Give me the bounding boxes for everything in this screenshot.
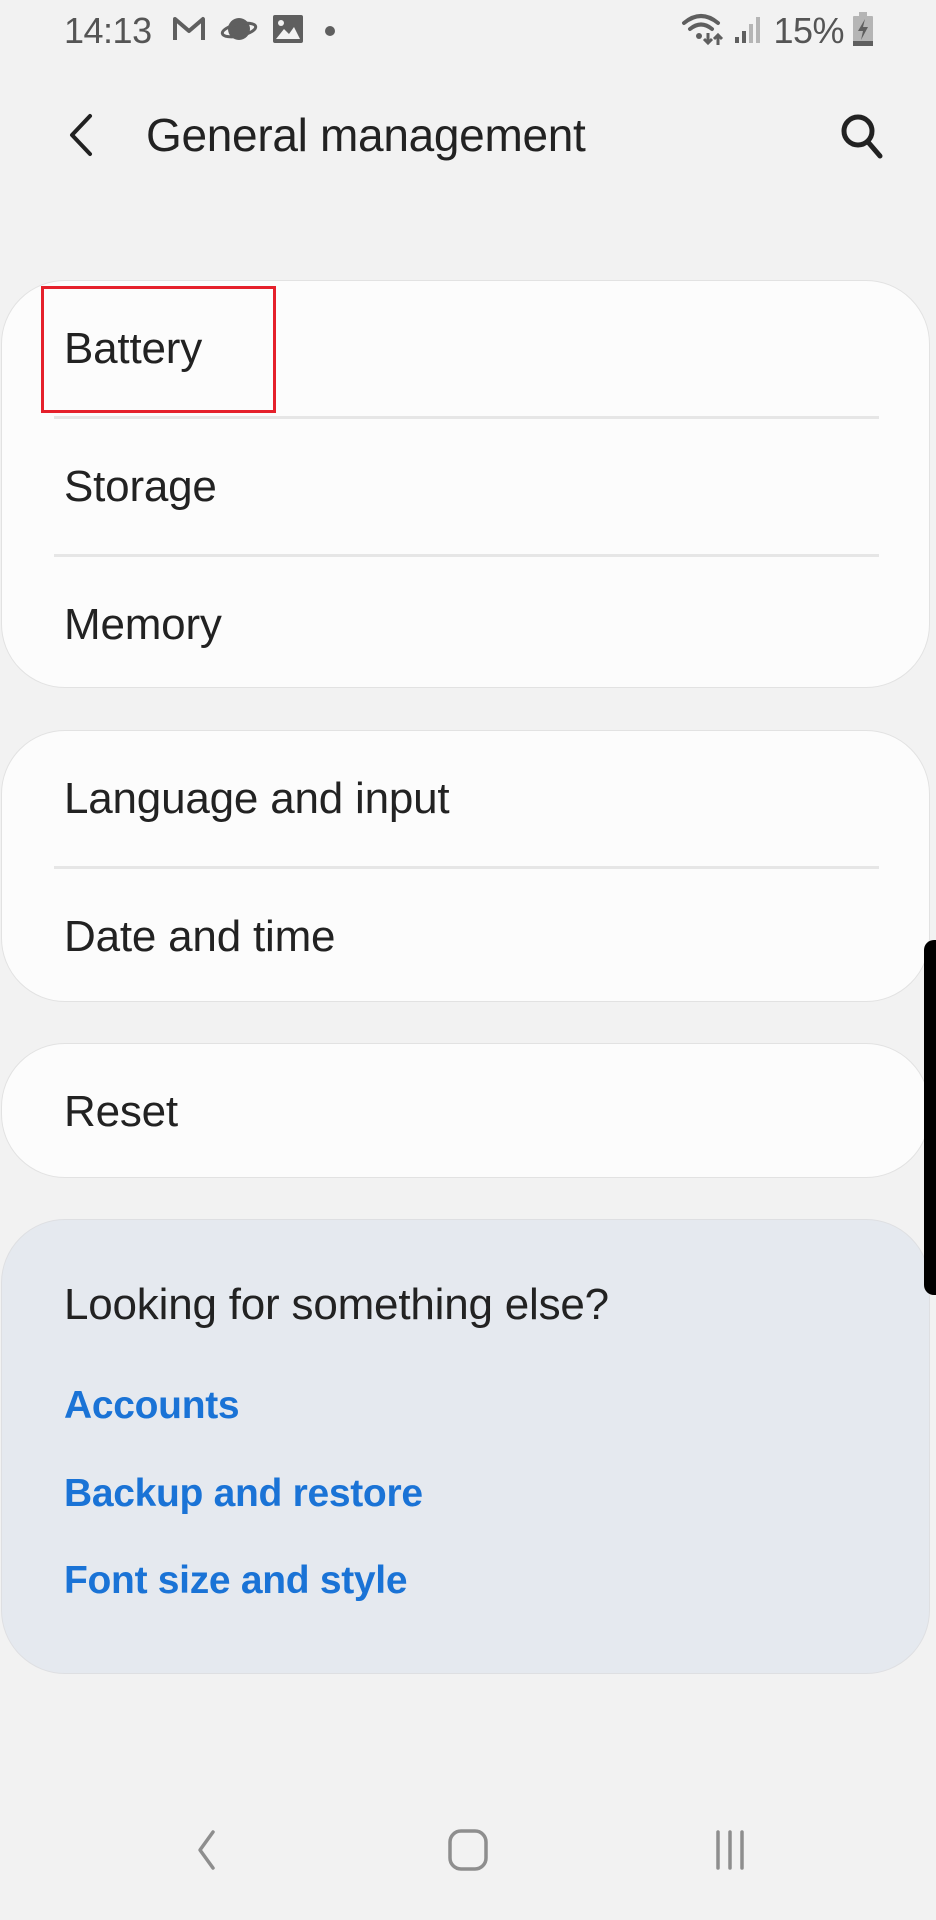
search-button[interactable] [832,106,892,166]
settings-group-language: Language and input Date and time [1,730,930,1002]
menu-item-label: Memory [64,599,222,649]
settings-group-device-care: Battery Storage Memory [1,280,930,688]
app-bar: General management [0,92,936,182]
menu-item-label: Battery [64,323,202,373]
menu-item-label: Date and time [64,911,336,961]
menu-item-reset[interactable]: Reset [2,1044,929,1177]
link-backup-and-restore[interactable]: Backup and restore [64,1472,423,1516]
menu-item-label: Reset [64,1086,178,1136]
menu-item-battery[interactable]: Battery [2,281,929,416]
menu-item-storage[interactable]: Storage [2,419,929,554]
nav-back-button[interactable] [166,1820,246,1880]
battery-percent: 15% [773,10,844,51]
suggestions-card: Looking for something else? Accounts Bac… [1,1219,930,1674]
wifi-icon [681,11,725,52]
planet-icon [220,14,258,49]
nav-home-icon [448,1829,488,1871]
navigation-bar [0,1760,936,1920]
link-font-size-and-style[interactable]: Font size and style [64,1559,408,1603]
gmail-icon [172,15,206,48]
notification-icons [172,14,342,49]
back-button[interactable] [56,110,106,160]
status-bar: 14:13 15% [0,0,936,62]
nav-home-button[interactable] [428,1820,508,1880]
nav-recents-button[interactable] [690,1820,770,1880]
page-title: General management [146,109,586,161]
settings-group-reset: Reset [1,1043,930,1178]
nav-recents-icon [716,1830,744,1870]
menu-item-label: Storage [64,461,217,511]
menu-item-label: Language and input [64,773,450,823]
menu-item-memory[interactable]: Memory [2,557,929,687]
suggestions-title: Looking for something else? [64,1280,609,1329]
dot-icon [318,14,342,49]
back-arrow-icon [70,114,92,156]
menu-item-language-and-input[interactable]: Language and input [2,731,929,866]
status-right: 15% [681,10,874,52]
search-icon [841,114,883,159]
link-accounts[interactable]: Accounts [64,1384,240,1428]
status-time: 14:13 [64,10,152,51]
menu-item-date-and-time[interactable]: Date and time [2,869,929,1001]
gallery-icon [272,14,304,49]
battery-charging-icon [852,11,874,52]
scrollbar[interactable] [924,940,936,1295]
signal-icon [733,13,765,50]
nav-back-icon [198,1830,215,1870]
